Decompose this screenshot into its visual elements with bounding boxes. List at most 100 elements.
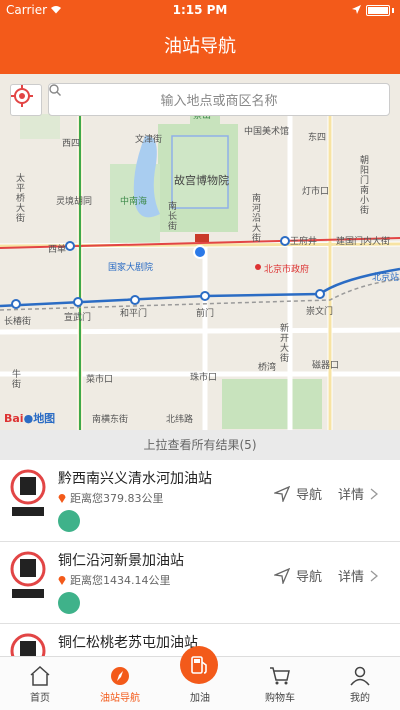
sinopec-logo-icon <box>10 469 46 516</box>
map-label-beijing-station: 北京站 <box>372 273 400 283</box>
pin-icon <box>58 494 66 503</box>
page-title: 油站导航 <box>0 20 400 74</box>
map-label-xidan: 西单 <box>48 245 67 255</box>
baidu-logo-text: Bai <box>4 412 24 425</box>
service-badge-icon <box>58 510 80 532</box>
tab-cart[interactable]: 购物车 <box>240 657 320 710</box>
map-label-chaoyang: 朝阳门南小街 <box>360 156 370 216</box>
detail-button[interactable]: 详情 <box>338 566 379 585</box>
chevron-right-icon <box>370 488 379 499</box>
sinopec-logo-icon <box>10 551 46 598</box>
gov-marker <box>255 264 261 270</box>
crosshair-icon <box>11 85 33 107</box>
tab-nav-label: 油站导航 <box>100 693 140 704</box>
clock: 1:15 PM <box>172 3 228 17</box>
cart-icon <box>270 667 290 685</box>
list-item[interactable]: 黔西南兴义清水河加油站 距离您379.83公里 导航 详情 <box>0 460 400 542</box>
map-label-beiwei: 北纬路 <box>166 415 194 425</box>
navigate-label: 导航 <box>296 570 323 585</box>
map-label-chongwen: 崇文门 <box>306 307 334 317</box>
compass-icon <box>111 667 129 685</box>
tab-home-label: 首页 <box>30 693 50 704</box>
map-label-dengshi: 灯市口 <box>302 187 330 197</box>
home-icon <box>30 666 50 686</box>
map-label-beijing-gov: 北京市政府 <box>264 265 310 275</box>
navigate-label: 导航 <box>296 488 323 503</box>
map-label-caishikou: 菜市口 <box>86 375 114 385</box>
navigate-button[interactable]: 导航 <box>274 484 322 503</box>
park-nw <box>20 114 60 139</box>
map-label-lingjing: 灵境胡同 <box>56 197 93 207</box>
navigate-arrow-icon <box>274 567 290 584</box>
fuel-pump-icon <box>191 656 207 674</box>
station-name: 铜仁沿河新景加油站 <box>58 553 184 569</box>
fuel-tab-button[interactable] <box>180 646 218 684</box>
tab-fuel-label: 加油 <box>190 693 210 704</box>
map-label-meishuguan: 中国美术馆 <box>244 127 290 137</box>
tab-cart-label: 购物车 <box>265 693 295 704</box>
baidu-logo-map-text: 地图 <box>33 412 56 425</box>
map-label-qiaowan: 桥湾 <box>258 363 277 373</box>
battery-icon <box>366 4 390 16</box>
tab-nav[interactable]: 油站导航 <box>80 657 160 710</box>
map-label-wangfujing: 王府井 <box>290 237 318 247</box>
temple-park <box>222 379 322 429</box>
detail-button[interactable]: 详情 <box>338 484 379 503</box>
station-name: 黔西南兴义清水河加油站 <box>58 471 212 487</box>
search-input[interactable]: 输入地点或商区名称 <box>48 83 390 116</box>
pull-up-hint[interactable]: 上拉查看所有结果(5) <box>0 430 400 460</box>
map-view[interactable]: 西四 文津街 故宫博物院 景山 中国美术馆 东四 太平桥大街 灵境胡同 中南海 … <box>0 74 400 430</box>
map-label-nanhe: 南河沿大街 <box>252 194 262 244</box>
map-label-dongsi: 东四 <box>308 133 327 143</box>
map-label-qianmen: 前门 <box>196 309 215 319</box>
list-item[interactable]: 铜仁沿河新景加油站 距离您1434.14公里 导航 详情 <box>0 542 400 624</box>
map-label-zhushikou: 珠市口 <box>190 373 218 383</box>
distance-text: 距离您1434.14公里 <box>70 574 171 587</box>
search-icon <box>49 84 61 96</box>
subway-line-2 <box>0 267 400 308</box>
station-name: 铜仁松桃老苏屯加油站 <box>58 635 198 651</box>
sinopec-logo-icon <box>10 633 46 656</box>
paw-icon: ● <box>23 412 34 425</box>
tab-home[interactable]: 首页 <box>0 657 80 710</box>
tab-mine-label: 我的 <box>350 693 370 704</box>
map-label-xisi: 西四 <box>62 139 81 149</box>
map-label-jianguomen: 建国门内大街 <box>336 237 391 247</box>
pin-icon <box>58 576 66 585</box>
map-label-nanheng: 南横东街 <box>92 415 129 425</box>
app-root: Carrier 1:15 PM 油站导航 西四 文津街 故宫博物院 景山 中国美… <box>0 0 400 710</box>
map-label-changchun: 长椿街 <box>4 317 32 327</box>
navigate-button[interactable]: 导航 <box>274 566 322 585</box>
locate-button[interactable] <box>10 84 42 116</box>
map-label-cishikou: 磁器口 <box>312 361 340 371</box>
station-distance: 距离您1434.14公里 <box>58 572 171 588</box>
map-label-hepingmen: 和平门 <box>120 309 148 319</box>
map-label-zhongnanhai: 中南海 <box>120 197 148 207</box>
map-label-gugong: 故宫博物院 <box>174 174 229 187</box>
map-label-taiping: 太平桥大街 <box>16 174 26 224</box>
tab-mine[interactable]: 我的 <box>320 657 400 710</box>
map-label-niujie: 牛街 <box>12 370 22 390</box>
search-placeholder: 输入地点或商区名称 <box>160 94 278 109</box>
user-icon <box>350 666 370 686</box>
distance-text: 距离您379.83公里 <box>70 492 164 505</box>
battery-tip <box>392 7 394 13</box>
detail-label: 详情 <box>338 570 365 585</box>
status-bar: Carrier 1:15 PM <box>0 0 400 20</box>
results-list[interactable]: 黔西南兴义清水河加油站 距离您379.83公里 导航 详情 铜仁沿河新景加油站 <box>0 460 400 656</box>
baidu-map-logo: Bai●地图 <box>4 410 55 426</box>
current-location-dot <box>193 245 207 259</box>
detail-label: 详情 <box>338 488 365 503</box>
chevron-right-icon <box>370 570 379 581</box>
status-right <box>352 3 394 17</box>
navigate-arrow-icon <box>274 485 290 502</box>
map-label-nanchang: 南长街 <box>168 202 178 232</box>
station-distance: 距离您379.83公里 <box>58 490 164 506</box>
map-label-wenjin: 文津街 <box>135 135 163 145</box>
map-label-xuanwu: 宣武门 <box>64 313 92 323</box>
tiananmen-marker <box>195 234 209 242</box>
map-label-xinkai: 新开大街 <box>280 324 290 364</box>
location-arrow-icon <box>352 3 361 17</box>
map-label-guojia: 国家大剧院 <box>108 263 154 273</box>
service-badge-icon <box>58 592 80 614</box>
